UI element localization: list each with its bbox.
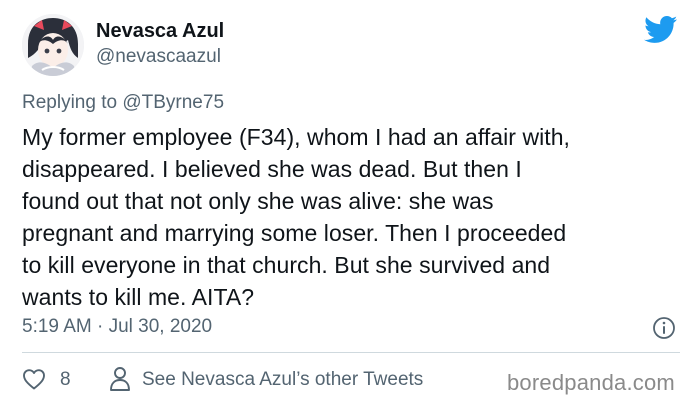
replying-prefix: Replying to [22, 92, 118, 113]
tweet-text: My former employee (F34), whom I had an … [22, 121, 690, 313]
author-display-name[interactable]: Nevasca Azul [96, 20, 224, 43]
tweet-text-line: disappeared. I believed she was dead. Bu… [22, 156, 522, 182]
author-handle[interactable]: @nevascaazul [96, 46, 221, 68]
tweet-text-line: to kill everyone in that church. But she… [22, 252, 551, 278]
tweet-card: Nevasca Azul @nevascaazul Replying to @T… [0, 0, 700, 406]
divider [22, 352, 680, 353]
heart-icon[interactable] [22, 368, 46, 390]
twitter-bird-icon[interactable] [644, 16, 678, 44]
see-other-tweets-link[interactable]: See Nevasca Azul’s other Tweets [142, 369, 423, 391]
watermark: boredpanda.com [507, 370, 675, 395]
user-icon [110, 367, 130, 391]
tweet-text-line: My former employee (F34), whom I had an … [22, 124, 570, 150]
like-count: 8 [60, 369, 71, 390]
reply-mention-link[interactable]: @TByrne75 [122, 92, 224, 113]
replying-to: Replying to @TByrne75 [22, 92, 224, 114]
tweet-text-line: wants to kill me. AITA? [22, 284, 255, 310]
avatar-illustration [22, 14, 84, 76]
tweet-text-line: pregnant and marrying some loser. Then I… [22, 220, 567, 246]
info-icon[interactable] [652, 316, 676, 340]
tweet-timestamp[interactable]: 5:19 AM · Jul 30, 2020 [22, 316, 212, 338]
tweet-text-line: found out that not only she was alive: s… [22, 188, 494, 214]
avatar[interactable] [22, 14, 84, 76]
